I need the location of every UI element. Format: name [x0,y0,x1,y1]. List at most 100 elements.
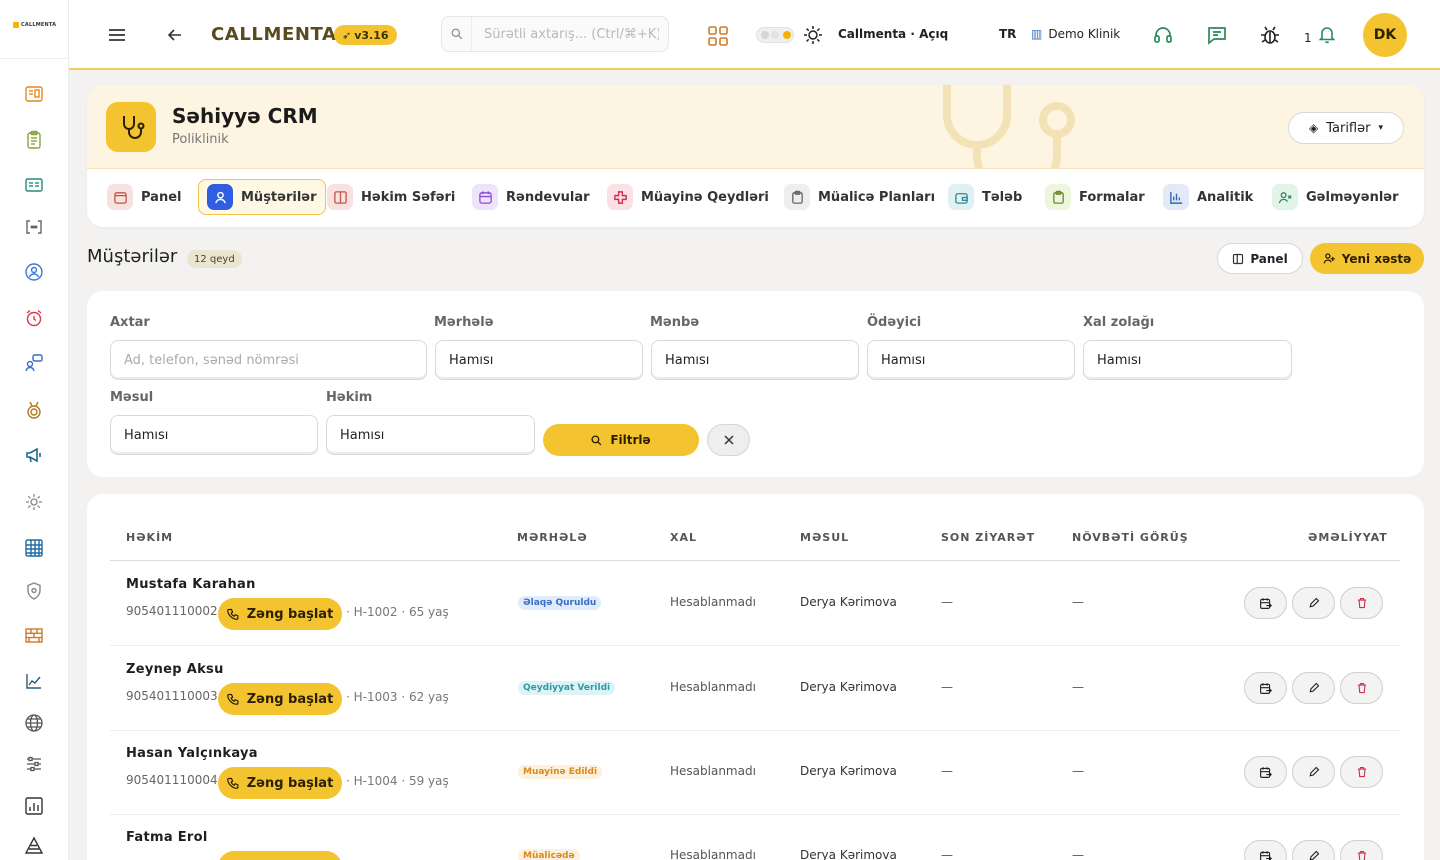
table-row[interactable]: Mustafa Karahan 905401110002 Zəng başlat · … [110,561,1400,646]
sliders-icon[interactable] [23,753,45,775]
tab-panel[interactable]: Panel [99,179,189,215]
doctor-filter-select[interactable]: Hamısı [326,415,535,455]
edit-button[interactable] [1292,840,1335,860]
id-card-icon[interactable] [23,174,45,196]
delete-button[interactable] [1340,587,1383,619]
next-visit-cell: — [1072,764,1084,778]
tab-treatment-plans[interactable]: Müalicə Planları [776,179,943,215]
sidebar-logo[interactable]: CALLMENTA [13,22,56,28]
page-title: Müştərilər [87,246,178,267]
quick-search[interactable]: Sürətli axtarış... (Ctrl/⌘+K) [441,16,669,52]
medal-icon[interactable] [23,399,45,421]
tab-no-shows[interactable]: Gəlməyənlər [1264,179,1407,215]
tab-analytics[interactable]: Analitik [1155,179,1261,215]
target-user-icon[interactable] [23,261,45,283]
delete-button[interactable] [1340,756,1383,788]
schedule-button[interactable] [1244,587,1287,619]
source-filter-select[interactable]: Hamısı [651,340,859,380]
phone-icon [226,693,239,705]
table-row[interactable]: Hasan Yalçınkaya 905401110004 Zəng başlat ·… [110,730,1400,815]
column-header[interactable]: SON ZİYARƏT [941,531,1035,544]
pencil-icon [1308,597,1320,609]
brand-title[interactable]: CALLMENTA [211,24,337,45]
headset-icon[interactable] [1152,24,1174,46]
delete-button[interactable] [1340,840,1383,860]
start-call-button[interactable]: Zəng başlat [218,767,342,799]
edit-button[interactable] [1292,587,1335,619]
module-header-card: Səhiyyə CRM Poliklinik ◈ Tariflər ▾ Panel … [87,85,1424,227]
warning-triangle-icon[interactable] [23,835,45,857]
table-row[interactable]: Zeynep Aksu 905401110003 Zəng başlat · H-10… [110,646,1400,731]
column-header[interactable]: MƏRHƏLƏ [517,531,588,544]
owner-cell: Derya Kərimova [800,680,897,694]
owner-cell: Derya Kərimova [800,848,897,860]
tab-doctor-visit[interactable]: Həkim Səfəri [319,179,463,215]
globe-icon[interactable] [23,712,45,734]
start-call-button[interactable]: Zəng başlat [218,683,342,715]
tab-customers[interactable]: Müştərilər [198,179,326,215]
column-header[interactable]: MƏSUL [800,531,849,544]
menu-icon[interactable] [107,25,127,45]
search-input[interactable]: Sürətli axtarış... (Ctrl/⌘+K) [484,27,659,42]
tariffs-dropdown[interactable]: ◈ Tariflər ▾ [1288,112,1404,144]
patient-phone: 905401110002 [126,604,218,618]
start-call-button[interactable]: Zəng başlat [218,598,342,630]
phone-icon [226,608,239,620]
trash-icon [1356,682,1368,694]
tab-appointments[interactable]: Rəndevular [464,179,598,215]
filter-button[interactable]: Filtrlə [543,424,699,456]
clipboard-list-icon[interactable] [23,129,45,151]
delete-button[interactable] [1340,672,1383,704]
apps-grid-icon[interactable] [707,25,729,47]
back-arrow-icon[interactable] [165,25,185,45]
theme-toggle[interactable] [756,27,794,43]
language-switch[interactable]: TR [999,27,1016,41]
panel-button[interactable]: Panel [1217,243,1303,274]
score-cell: Hesablanmadı [670,848,756,860]
workspace-status[interactable]: Callmenta · Açıq [838,27,948,41]
patient-name[interactable]: Mustafa Karahan [126,577,256,592]
avatar[interactable]: DK [1363,13,1407,57]
tab-claims[interactable]: Tələb [940,179,1030,215]
chat-users-icon[interactable] [23,352,45,374]
trash-icon [1356,597,1368,609]
schedule-button[interactable] [1244,840,1287,860]
patient-name[interactable]: Hasan Yalçınkaya [126,746,258,761]
patient-name[interactable]: Fatma Erol [126,830,208,845]
edit-button[interactable] [1292,756,1335,788]
grid-calendar-icon[interactable] [23,537,45,559]
payer-filter-select[interactable]: Hamısı [867,340,1075,380]
schedule-button[interactable] [1244,756,1287,788]
patient-name[interactable]: Zeynep Aksu [126,662,224,677]
bug-icon[interactable] [1259,24,1281,46]
line-chart-icon[interactable] [23,670,45,692]
bricks-icon[interactable] [23,624,45,646]
dashboard-icon[interactable] [23,83,45,105]
shield-icon[interactable] [23,580,45,602]
column-header[interactable]: NÖVBƏTİ GÖRÜŞ [1072,531,1189,544]
user-x-icon [1272,184,1298,210]
bell-icon[interactable] [1317,24,1337,44]
alarm-clock-icon[interactable] [23,307,45,329]
tab-forms[interactable]: Formalar [1037,179,1153,215]
tab-exam-records[interactable]: Müayinə Qeydləri [599,179,777,215]
sun-icon[interactable] [803,25,823,45]
column-header[interactable]: HƏKİM [126,531,173,544]
table-row[interactable]: Fatma Erol Zəng başlat Müalicədə Hesablanma… [110,814,1400,860]
search-filter-input[interactable]: Ad, telefon, sənəd nömrəsi [110,340,427,380]
edit-button[interactable] [1292,672,1335,704]
owner-filter-select[interactable]: Hamısı [110,415,318,455]
new-patient-button[interactable]: Yeni xəstə [1310,243,1424,274]
score-band-filter-select[interactable]: Hamısı [1083,340,1292,380]
clinic-selector[interactable]: ▥ Demo Klinik [1031,27,1120,41]
schedule-button[interactable] [1244,672,1287,704]
chat-icon[interactable] [1206,24,1228,46]
bar-report-icon[interactable] [23,795,45,817]
stage-filter-select[interactable]: Hamısı [435,340,643,380]
clear-filters-button[interactable] [707,424,750,456]
megaphone-icon[interactable] [23,444,45,466]
start-call-button[interactable]: Zəng başlat [218,851,342,860]
code-brackets-icon[interactable] [23,216,45,238]
settings-gear-icon[interactable] [23,491,45,513]
column-header[interactable]: XAL [670,531,697,544]
